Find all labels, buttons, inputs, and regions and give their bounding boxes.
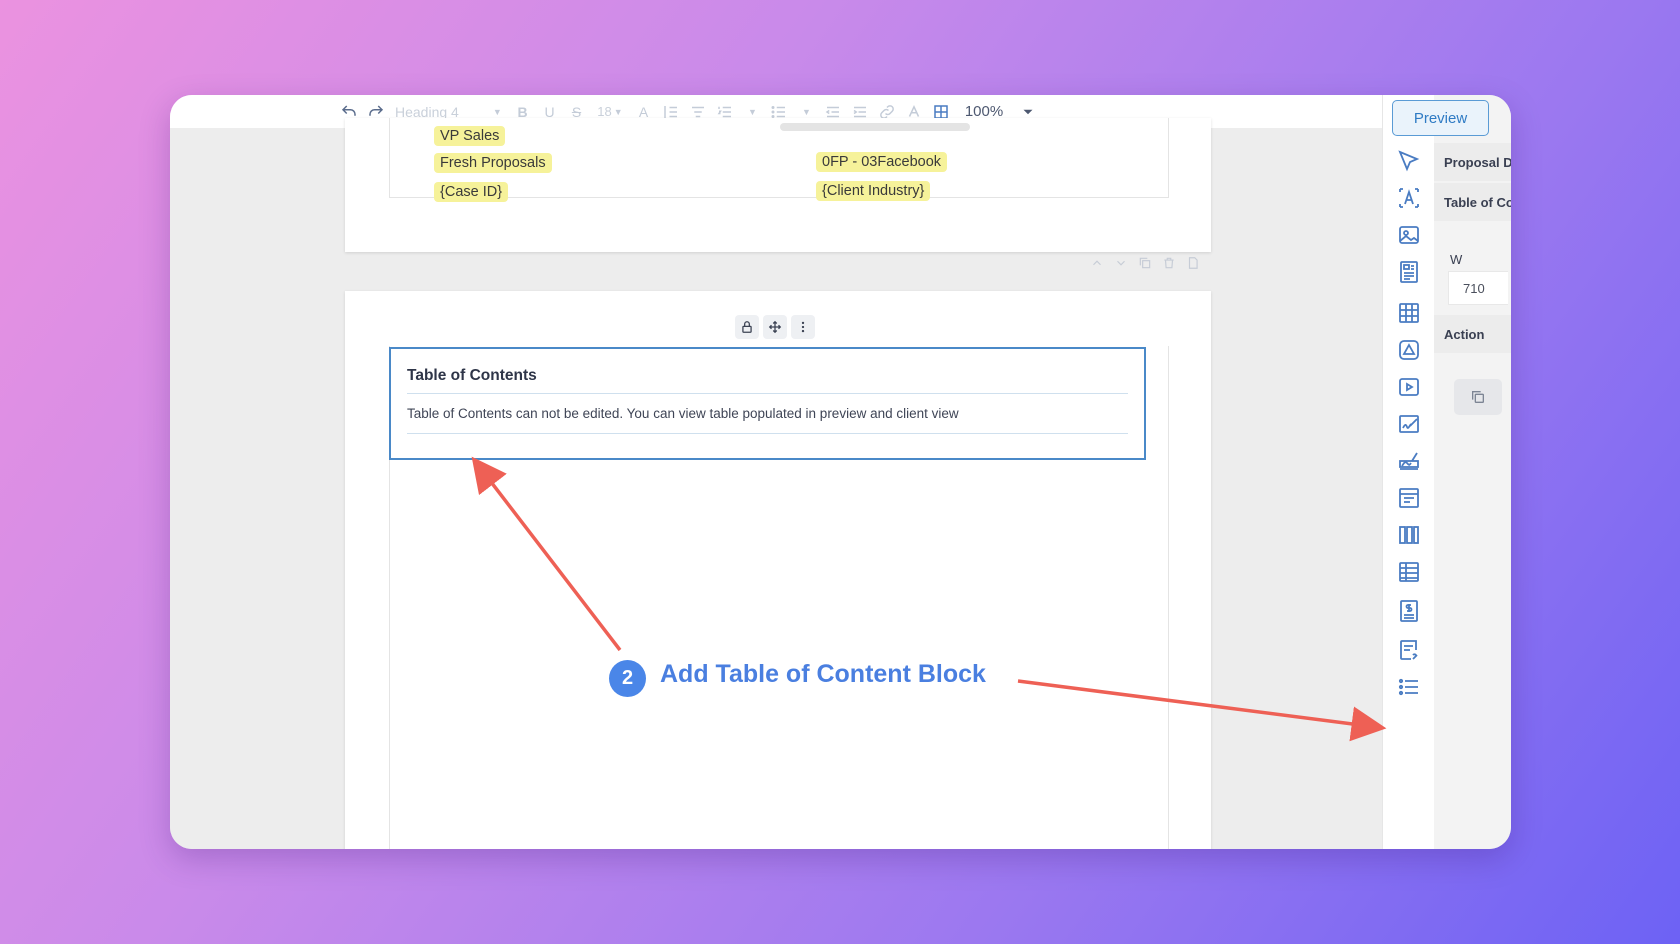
width-input[interactable]: 710 (1448, 271, 1508, 305)
merge-tag[interactable]: VP Sales (434, 126, 506, 146)
properties-panel: Proposal D Table of Co W 710 Action (1434, 95, 1511, 849)
document-page: Table of Contents Table of Contents can … (345, 291, 1211, 849)
select-cursor-icon[interactable] (1395, 147, 1423, 175)
page-controls (1090, 256, 1200, 273)
copy-icon[interactable] (1454, 379, 1502, 415)
duplicate-icon[interactable] (1138, 256, 1152, 273)
signature-pad-icon[interactable] (1395, 447, 1423, 475)
shape-block-icon[interactable] (1395, 336, 1423, 364)
chevron-down-icon: ▼ (613, 106, 623, 117)
more-options-icon[interactable] (791, 315, 815, 339)
product-list-icon[interactable] (1395, 558, 1423, 586)
chevron-down-icon: ▼ (492, 106, 502, 117)
export-page-icon[interactable] (1186, 256, 1200, 273)
document-canvas: VP Sales Fresh Proposals {Case ID} 0FP -… (170, 118, 1382, 849)
editor-window: Heading 4 ▼ B U S 18 ▼ A ▼ ▼ 100% VP Sal… (170, 95, 1511, 849)
merge-tag-partial[interactable] (780, 123, 970, 131)
panel-row[interactable]: Proposal D (1434, 143, 1511, 181)
table-of-contents-block[interactable]: Table of Contents Table of Contents can … (389, 347, 1146, 460)
toc-message: Table of Contents can not be edited. You… (407, 406, 959, 421)
trash-icon[interactable] (1162, 256, 1176, 273)
columns-block-icon[interactable] (1395, 521, 1423, 549)
link-block-icon[interactable] (1395, 636, 1423, 664)
block-toolbar (735, 315, 815, 339)
divider (407, 393, 1128, 394)
block-palette (1382, 95, 1434, 849)
pricing-block-icon[interactable] (1395, 597, 1423, 625)
image-block-icon[interactable] (1395, 221, 1423, 249)
merge-tag[interactable]: Fresh Proposals (434, 153, 552, 173)
document-block-icon[interactable] (1395, 258, 1423, 286)
action-header: Action (1434, 315, 1511, 353)
lock-icon[interactable] (735, 315, 759, 339)
form-block-icon[interactable] (1395, 484, 1423, 512)
chevron-down-icon: ▼ (802, 106, 811, 117)
font-size-value: 18 (597, 104, 612, 119)
table-block-icon[interactable] (1395, 299, 1423, 327)
text-block-icon[interactable] (1395, 184, 1423, 212)
chevron-down-icon[interactable] (1114, 256, 1128, 273)
step-caption: Add Table of Content Block (660, 660, 986, 688)
move-icon[interactable] (763, 315, 787, 339)
panel-row[interactable]: Table of Co (1434, 183, 1511, 221)
width-label: W (1450, 252, 1463, 267)
document-page: VP Sales Fresh Proposals {Case ID} 0FP -… (345, 118, 1211, 252)
table-of-contents-icon[interactable] (1395, 673, 1423, 701)
divider (407, 433, 1128, 434)
merge-tag[interactable]: {Case ID} (434, 182, 509, 202)
step-badge: 2 (609, 660, 646, 697)
preview-button[interactable]: Preview (1392, 100, 1489, 136)
toc-title: Table of Contents (407, 367, 537, 384)
content-table: VP Sales Fresh Proposals {Case ID} 0FP -… (389, 118, 1169, 202)
merge-tag[interactable]: {Client Industry} (816, 181, 931, 201)
chevron-down-icon: ▼ (748, 106, 757, 117)
chevron-up-icon[interactable] (1090, 256, 1104, 273)
merge-tag[interactable]: 0FP - 03Facebook (816, 152, 948, 172)
video-block-icon[interactable] (1395, 373, 1423, 401)
signature-block-icon[interactable] (1395, 410, 1423, 438)
